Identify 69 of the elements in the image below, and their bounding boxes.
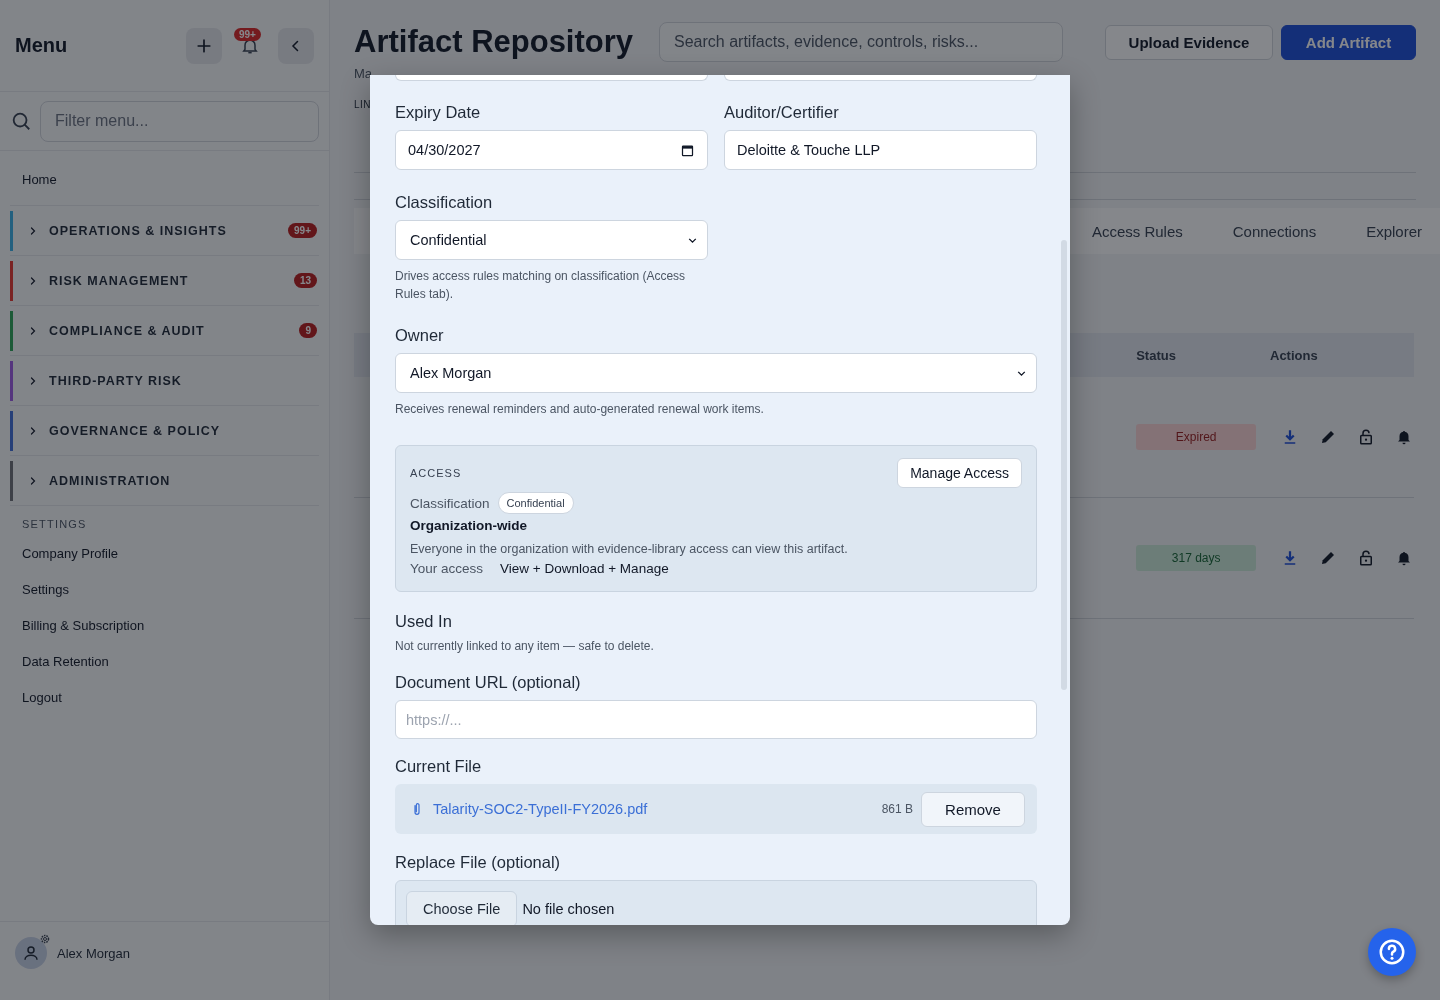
field-label: Expiry Date	[395, 103, 481, 122]
classification-label: Classification	[410, 495, 490, 511]
section-heading: ACCESS	[410, 467, 462, 479]
notification-badge: 99+	[234, 27, 261, 41]
field-label: Owner	[395, 326, 444, 345]
column-header: Status	[1136, 347, 1176, 363]
nav-group[interactable]: ADMINISTRATION	[10, 456, 319, 506]
date-field[interactable]: 04/30/2027	[395, 130, 708, 170]
field-label: Used In	[395, 612, 452, 631]
add-artifact-button[interactable]: Add Artifact	[1281, 24, 1416, 60]
count-badge: 13	[293, 273, 317, 288]
nav-item[interactable]: Billing & Subscription	[10, 608, 145, 644]
count-badge: 99+	[288, 223, 317, 238]
url-field[interactable]: https://...	[395, 700, 1037, 739]
help-text: Drives access rules matching on classification (Access Rules tab).	[395, 268, 687, 303]
filter-label: LIN	[354, 99, 372, 110]
file-link[interactable]: Talarity-SOC2-TypeII-FY2026.pdf	[433, 801, 874, 817]
nav-group-label: ADMINISTRATION	[49, 473, 172, 488]
field-label: Classification	[395, 193, 493, 212]
nav-group[interactable]: THIRD-PARTY RISK	[10, 356, 319, 406]
notifications-button[interactable]: 99+	[232, 27, 268, 64]
file-input[interactable]: Choose File No file chosen	[395, 880, 1037, 925]
count-badge: 9	[299, 323, 317, 338]
sidebar-title: Menu	[15, 34, 68, 57]
classification-tag: Confidential	[497, 492, 574, 514]
column-header: Actions	[1270, 347, 1318, 363]
upload-evidence-button[interactable]: Upload Evidence	[1105, 24, 1273, 60]
tab[interactable]: Explorer	[1362, 208, 1426, 254]
user-name: Alex Morgan	[57, 945, 130, 961]
nav-group-label: COMPLIANCE & AUDIT	[49, 323, 206, 338]
remove-button[interactable]: Remove	[921, 791, 1025, 827]
nav-group[interactable]: COMPLIANCE & AUDIT 9	[10, 306, 319, 356]
nav-group[interactable]: GOVERNANCE & POLICY	[10, 406, 319, 456]
tab[interactable]: Connections	[1228, 208, 1321, 254]
user-footer[interactable]: Alex Morgan	[0, 921, 329, 984]
nav-group-label: THIRD-PARTY RISK	[49, 373, 183, 388]
nav-group[interactable]: RISK MANAGEMENT 13	[10, 256, 319, 306]
field-label: Auditor/Certifier	[724, 103, 839, 122]
access-scope: Organization-wide	[410, 518, 528, 533]
status-badge: 317 days	[1136, 545, 1257, 571]
used-in-text: Not currently linked to any item — safe to delete.	[395, 639, 655, 653]
access-value: View + Download + Manage	[500, 561, 669, 576]
nav-item[interactable]: Logout	[10, 680, 62, 716]
choose-file-button[interactable]: Choose File	[406, 891, 518, 925]
input-field[interactable]: Deloitte & Touche LLP	[724, 130, 1037, 170]
field-label: Current File	[395, 757, 482, 776]
tab[interactable]: Access Rules	[1087, 208, 1187, 254]
status-badge: Expired	[1136, 424, 1257, 450]
nav-group-label: OPERATIONS & INSIGHTS	[49, 223, 228, 238]
nav-group-label: RISK MANAGEMENT	[49, 273, 190, 288]
select-field[interactable]: Confidential	[395, 220, 708, 260]
nav-item[interactable]: Company Profile	[10, 536, 119, 572]
access-label: Your access	[410, 561, 484, 576]
field-label: Document URL (optional)	[395, 673, 581, 692]
nav-group-label: GOVERNANCE & POLICY	[49, 423, 222, 438]
access-description: Everyone in the organization with evidence-library access can view this artifact.	[410, 542, 849, 556]
field-label: Replace File (optional)	[395, 853, 561, 872]
nav-item[interactable]: Data Retention	[10, 644, 109, 680]
select-field[interactable]: Alex Morgan	[395, 353, 1037, 393]
manage-access-button[interactable]: Manage Access	[897, 458, 1022, 488]
page-title: Artifact Repository	[354, 24, 634, 60]
filter-field[interactable]: Filter menu...	[40, 100, 319, 142]
nav-group[interactable]: OPERATIONS & INSIGHTS 99+	[10, 206, 319, 256]
search-field[interactable]: Search artifacts, evidence, controls, risks...	[659, 22, 1064, 62]
file-status: No file chosen	[522, 900, 615, 919]
nav-item[interactable]: Settings	[10, 572, 69, 608]
section-heading: SETTINGS	[21, 517, 87, 532]
help-text: Receives renewal reminders and auto-generated renewal work items.	[395, 401, 765, 418]
file-size: 861 B	[881, 802, 913, 816]
